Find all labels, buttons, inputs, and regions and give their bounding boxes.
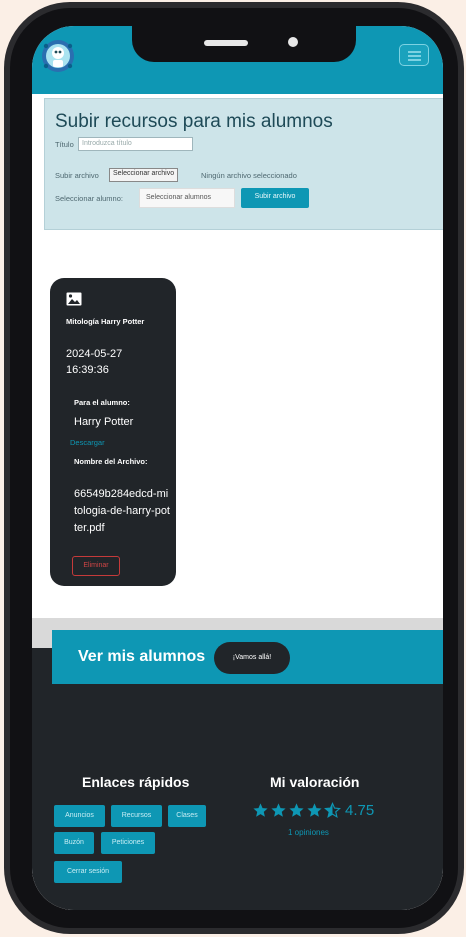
student-select[interactable]: Seleccionar alumnos (139, 188, 235, 208)
file-label: Subir archivo (55, 171, 99, 180)
star-icon (307, 803, 322, 817)
quick-links-title: Enlaces rápidos (82, 774, 190, 790)
star-half-icon (324, 802, 341, 818)
phone-notch (132, 26, 356, 62)
file-status-text: Ningún archivo seleccionado (201, 171, 297, 180)
page-title: Subir recursos para mis alumnos (55, 111, 333, 132)
phone-screen: Subir recursos para mis alumnos Título I… (32, 26, 443, 910)
filename-label: Nombre del Archivo: (74, 457, 148, 466)
student-label: Seleccionar alumno: (55, 194, 123, 203)
image-icon (66, 292, 82, 306)
resource-title: Mitología Harry Potter (66, 317, 145, 326)
link-buzon[interactable]: Buzón (54, 832, 94, 854)
title-label: Título (55, 140, 74, 149)
delete-button[interactable]: Eliminar (72, 556, 120, 576)
rating-value: 4.75 (345, 802, 375, 819)
star-icon (289, 803, 304, 817)
download-link[interactable]: Descargar (70, 438, 105, 447)
menu-line (408, 59, 421, 61)
banner-text: Ver mis alumnos (78, 648, 206, 665)
link-recursos[interactable]: Recursos (111, 805, 162, 827)
menu-line (408, 55, 421, 57)
star-icon (271, 803, 286, 817)
robot-logo-icon[interactable] (40, 38, 76, 74)
upload-form-card: Subir recursos para mis alumnos Título I… (44, 98, 443, 230)
resource-datetime: 2024-05-27 16:39:36 (66, 348, 123, 376)
rating-title: Mi valoración (270, 774, 360, 790)
choose-file-button[interactable]: Seleccionar archivo (109, 168, 179, 182)
hamburger-menu-button[interactable] (399, 44, 429, 66)
link-peticiones[interactable]: Peticiones (101, 832, 155, 854)
star-icon (253, 803, 268, 817)
banner-cta-button[interactable]: ¡Vamos allá! (214, 642, 290, 674)
student-for-label: Para el alumno: (74, 398, 130, 407)
rating-count: 1 opiniones (288, 828, 329, 837)
student-name: Harry Potter (74, 416, 134, 428)
title-input[interactable]: Introduzca título (78, 137, 193, 151)
speaker-grille (204, 40, 248, 46)
resource-card: Mitología Harry Potter 2024-05-27 16:39:… (50, 278, 176, 586)
star-rating: 4.75 (252, 802, 374, 819)
link-clases[interactable]: Clases (168, 805, 206, 827)
upload-submit-button[interactable]: Subir archivo (241, 188, 309, 208)
filename-value: 66549b284edcd-mitologia-de-harry-potter.… (74, 488, 170, 534)
students-banner: Ver mis alumnos ¡Vamos allá! (52, 630, 443, 684)
camera-dot (288, 37, 298, 47)
link-anuncios[interactable]: Anuncios (54, 805, 105, 827)
link-cerrar-sesion[interactable]: Cerrar sesión (54, 861, 122, 883)
menu-line (408, 51, 421, 53)
